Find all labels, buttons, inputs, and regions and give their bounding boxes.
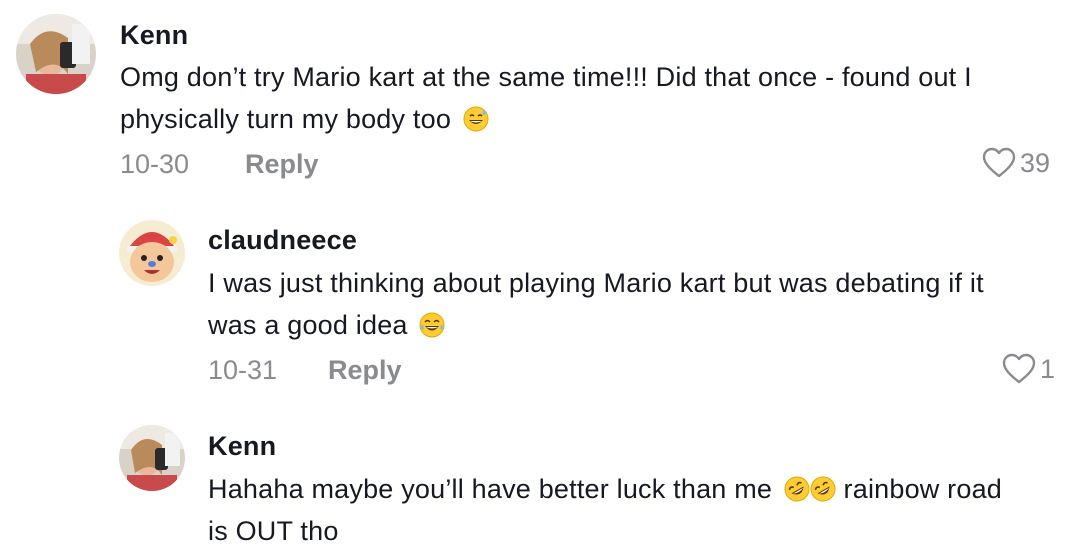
comment-text: Hahaha maybe you’ll have better luck tha…	[208, 468, 1068, 552]
comment-text-line1: Hahaha maybe you’ll have better luck tha…	[208, 474, 773, 504]
avatar[interactable]	[16, 14, 96, 94]
joy-emoji-icon	[419, 312, 445, 338]
like-button[interactable]: 1	[1002, 353, 1055, 385]
heart-icon	[982, 147, 1016, 178]
like-count: 1	[1040, 353, 1056, 384]
like-count: 39	[1020, 147, 1051, 178]
user-photo-icon	[119, 425, 185, 491]
cartoon-character-icon	[119, 220, 185, 286]
comment-text-line1: Omg don’t try Mario kart at the same tim…	[120, 62, 972, 92]
comment-text-line2: physically turn my body too	[120, 104, 452, 134]
comment-date: 10-30	[120, 149, 190, 179]
user-photo-icon	[16, 14, 96, 94]
comment-username[interactable]: Kenn	[120, 20, 188, 51]
reply-button[interactable]: Reply	[245, 149, 319, 180]
comment-text-line2: was a good idea	[208, 310, 408, 340]
comment-username[interactable]: Kenn	[208, 431, 276, 462]
rofl-emoji-icon	[810, 476, 836, 502]
comment-username[interactable]: claudneece	[208, 225, 357, 256]
reply-button[interactable]: Reply	[328, 355, 402, 386]
comment-text: I was just thinking about playing Mario …	[208, 262, 1068, 346]
like-button[interactable]: 39	[982, 147, 1050, 179]
avatar[interactable]	[119, 220, 185, 286]
sweat-smile-emoji-icon	[463, 106, 489, 132]
comment-text: Omg don’t try Mario kart at the same tim…	[120, 56, 1070, 140]
comment-text-after-emoji: rainbow road	[843, 474, 1003, 504]
comment-date: 10-31	[208, 355, 278, 385]
avatar[interactable]	[119, 425, 185, 491]
heart-icon	[1002, 353, 1036, 384]
comment-text-line1: I was just thinking about playing Mario …	[208, 268, 984, 298]
rofl-emoji-icon	[784, 476, 810, 502]
comment-text-line2: is OUT tho	[208, 516, 339, 546]
